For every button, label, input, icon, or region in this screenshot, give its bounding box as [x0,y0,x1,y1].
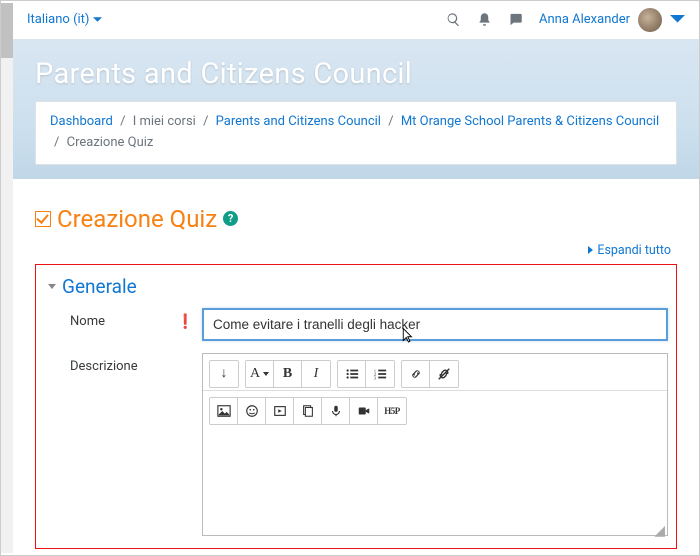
breadcrumb-my-courses: I miei corsi [133,114,196,129]
chevron-down-icon [93,17,102,23]
description-label: Descrizione [70,359,138,374]
top-bar: Italiano (it) Anna Alexander [13,1,699,39]
editor-toolbar-row2: H5P [203,391,667,427]
chevron-down-icon [670,12,685,27]
name-label: Nome [70,314,105,329]
toolbar-mic-button[interactable] [322,398,350,424]
field-description: Descrizione ↓ A B I [44,353,668,536]
page-header: Parents and Citizens Council Dashboard /… [13,39,699,179]
toolbar-image-button[interactable] [210,398,238,424]
user-menu[interactable]: Anna Alexander [539,8,685,32]
expand-all-link[interactable]: Espandi tutto [588,243,671,258]
breadcrumb-sep: / [203,114,208,129]
language-label: Italiano (it) [27,12,89,27]
toolbar-h5p-button[interactable]: H5P [378,398,406,424]
toolbar-bullet-list-button[interactable] [338,361,366,387]
toolbar-files-button[interactable] [294,398,322,424]
svg-text:3: 3 [374,375,377,380]
breadcrumb: Dashboard / I miei corsi / Parents and C… [35,101,677,165]
breadcrumb-current: Creazione Quiz [67,135,154,150]
breadcrumb-dashboard[interactable]: Dashboard [50,114,113,129]
page-title: Parents and Citizens Council [35,57,677,91]
user-name: Anna Alexander [539,12,630,27]
form-heading-text: Creazione Quiz [57,205,217,233]
toolbar-number-list-button[interactable]: 123 [366,361,394,387]
scrollbar-thumb[interactable] [1,3,13,58]
name-input[interactable] [202,308,668,341]
toolbar-video-button[interactable] [350,398,378,424]
toolbar-paragraph-style-button[interactable]: A [246,361,274,387]
search-icon[interactable] [446,12,461,27]
bell-icon[interactable] [477,12,492,27]
chat-icon[interactable] [508,12,523,27]
highlight-box: Generale Nome ❗ Descrizione [35,264,677,549]
toolbar-bold-button[interactable]: B [274,361,302,387]
breadcrumb-activity[interactable]: Mt Orange School Parents & Citizens Coun… [401,114,659,129]
editor-toolbar: ↓ A B I 123 [203,354,667,391]
toolbar-emoji-button[interactable] [238,398,266,424]
help-icon[interactable]: ? [223,211,238,226]
form-heading: Creazione Quiz ? [35,205,677,233]
collapse-caret-icon [48,284,56,289]
section-general-title: Generale [62,275,137,298]
vertical-scrollbar[interactable] [1,3,13,553]
field-name: Nome ❗ [44,308,668,341]
language-picker[interactable]: Italiano (it) [27,12,102,27]
breadcrumb-sep: / [388,114,393,129]
toolbar-link-button[interactable] [402,361,430,387]
resize-grip-icon[interactable]: ◢ [203,523,667,535]
rich-text-editor: ↓ A B I 123 [202,353,668,536]
quiz-icon [35,211,51,227]
required-icon: ❗ [177,314,194,330]
toolbar-media-button[interactable] [266,398,294,424]
description-textarea[interactable] [203,427,667,523]
breadcrumb-sep: / [54,135,59,150]
toolbar-expand-button[interactable]: ↓ [210,361,238,387]
breadcrumb-course[interactable]: Parents and Citizens Council [216,114,381,129]
toolbar-italic-button[interactable]: I [302,361,330,387]
avatar [638,8,662,32]
show-description-row: Visualizza descrizione nella home del co… [35,549,677,555]
section-general-header[interactable]: Generale [48,275,668,298]
toolbar-unlink-button[interactable] [430,361,458,387]
breadcrumb-sep: / [120,114,125,129]
